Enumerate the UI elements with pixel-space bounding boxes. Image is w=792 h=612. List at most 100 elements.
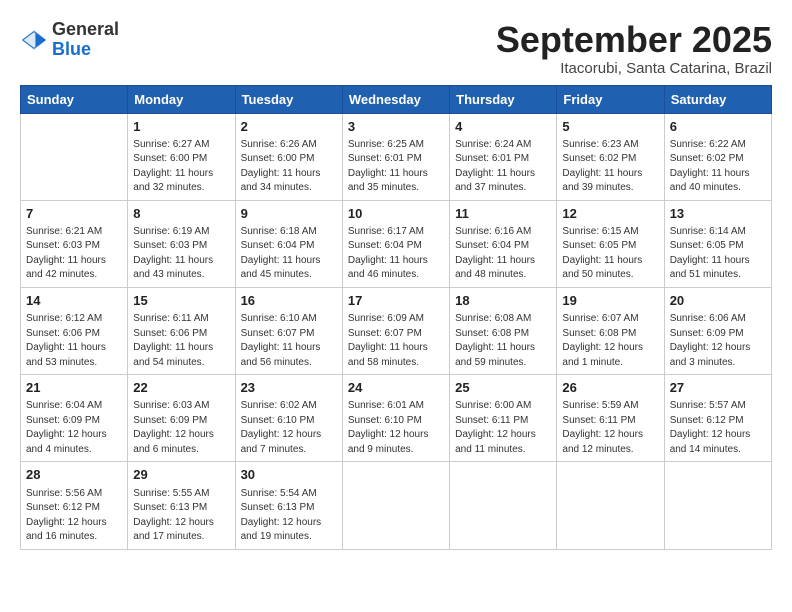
day-info: Sunrise: 6:08 AM Sunset: 6:08 PM Dayligh… [455, 312, 551, 370]
day-info: Sunrise: 6:14 AM Sunset: 6:05 PM Dayligh… [670, 225, 766, 283]
logo: General Blue [20, 20, 119, 60]
month-title: September 2025 [496, 20, 772, 60]
day-number: 11 [455, 205, 551, 223]
day-header-wednesday: Wednesday [342, 85, 449, 113]
day-info: Sunrise: 6:16 AM Sunset: 6:04 PM Dayligh… [455, 225, 551, 283]
calendar-cell: 14 Sunrise: 6:12 AM Sunset: 6:06 PM Dayli… [21, 287, 128, 374]
calendar-cell: 23Sunrise: 6:02 AM Sunset: 6:10 PM Dayli… [235, 375, 342, 462]
calendar-cell: 15 Sunrise: 6:11 AM Sunset: 6:06 PM Dayli… [128, 287, 235, 374]
day-info: Sunrise: 5:54 AM Sunset: 6:13 PM Dayligh… [241, 487, 337, 545]
day-number: 22 [133, 379, 229, 397]
day-info: Sunrise: 6:03 AM Sunset: 6:09 PM Dayligh… [133, 399, 229, 457]
day-info: Sunrise: 6:24 AM Sunset: 6:01 PM Dayligh… [455, 138, 551, 196]
day-info: Sunrise: 6:09 AM Sunset: 6:07 PM Dayligh… [348, 312, 444, 370]
day-number: 1 [133, 118, 229, 136]
calendar-cell: 13 Sunrise: 6:14 AM Sunset: 6:05 PM Dayli… [664, 200, 771, 287]
day-number: 16 [241, 292, 337, 310]
calendar-cell: 17 Sunrise: 6:09 AM Sunset: 6:07 PM Dayli… [342, 287, 449, 374]
logo-icon [20, 26, 48, 54]
logo-general: General [52, 20, 119, 40]
calendar-cell: 19Sunrise: 6:07 AM Sunset: 6:08 PM Dayli… [557, 287, 664, 374]
day-info: Sunrise: 6:17 AM Sunset: 6:04 PM Dayligh… [348, 225, 444, 283]
day-info: Sunrise: 6:11 AM Sunset: 6:06 PM Dayligh… [133, 312, 229, 370]
day-info: Sunrise: 5:55 AM Sunset: 6:13 PM Dayligh… [133, 487, 229, 545]
day-header-monday: Monday [128, 85, 235, 113]
calendar-cell: 6 Sunrise: 6:22 AM Sunset: 6:02 PM Daylig… [664, 113, 771, 200]
day-number: 14 [26, 292, 122, 310]
calendar-cell: 27 Sunrise: 5:57 AM Sunset: 6:12 PM Dayli… [664, 375, 771, 462]
day-header-saturday: Saturday [664, 85, 771, 113]
calendar-cell: 16 Sunrise: 6:10 AM Sunset: 6:07 PM Dayli… [235, 287, 342, 374]
day-info: Sunrise: 6:25 AM Sunset: 6:01 PM Dayligh… [348, 138, 444, 196]
day-number: 20 [670, 292, 766, 310]
calendar-cell: 18Sunrise: 6:08 AM Sunset: 6:08 PM Dayli… [450, 287, 557, 374]
day-info: Sunrise: 5:57 AM Sunset: 6:12 PM Dayligh… [670, 399, 766, 457]
day-number: 24 [348, 379, 444, 397]
day-header-sunday: Sunday [21, 85, 128, 113]
day-info: Sunrise: 6:15 AM Sunset: 6:05 PM Dayligh… [562, 225, 658, 283]
day-number: 9 [241, 205, 337, 223]
day-number: 8 [133, 205, 229, 223]
calendar-cell: 4 Sunrise: 6:24 AM Sunset: 6:01 PM Daylig… [450, 113, 557, 200]
day-number: 19 [562, 292, 658, 310]
day-number: 4 [455, 118, 551, 136]
day-info: Sunrise: 6:19 AM Sunset: 6:03 PM Dayligh… [133, 225, 229, 283]
day-info: Sunrise: 6:01 AM Sunset: 6:10 PM Dayligh… [348, 399, 444, 457]
calendar-cell: 20 Sunrise: 6:06 AM Sunset: 6:09 PM Dayli… [664, 287, 771, 374]
calendar-week-3: 14 Sunrise: 6:12 AM Sunset: 6:06 PM Dayli… [21, 287, 772, 374]
calendar-cell [664, 462, 771, 549]
calendar-cell: 21Sunrise: 6:04 AM Sunset: 6:09 PM Dayli… [21, 375, 128, 462]
day-info: Sunrise: 6:21 AM Sunset: 6:03 PM Dayligh… [26, 225, 122, 283]
day-info: Sunrise: 6:02 AM Sunset: 6:10 PM Dayligh… [241, 399, 337, 457]
day-number: 15 [133, 292, 229, 310]
calendar-cell [342, 462, 449, 549]
day-info: Sunrise: 6:27 AM Sunset: 6:00 PM Dayligh… [133, 138, 229, 196]
calendar-cell: 25Sunrise: 6:00 AM Sunset: 6:11 PM Dayli… [450, 375, 557, 462]
day-number: 30 [241, 466, 337, 484]
calendar-header-row: SundayMondayTuesdayWednesdayThursdayFrid… [21, 85, 772, 113]
calendar-cell: 11 Sunrise: 6:16 AM Sunset: 6:04 PM Dayli… [450, 200, 557, 287]
calendar-cell: 22 Sunrise: 6:03 AM Sunset: 6:09 PM Dayli… [128, 375, 235, 462]
calendar-cell [450, 462, 557, 549]
day-number: 7 [26, 205, 122, 223]
calendar-cell: 10Sunrise: 6:17 AM Sunset: 6:04 PM Dayli… [342, 200, 449, 287]
day-number: 29 [133, 466, 229, 484]
location-subtitle: Itacorubi, Santa Catarina, Brazil [496, 60, 772, 77]
calendar-cell: 12 Sunrise: 6:15 AM Sunset: 6:05 PM Dayli… [557, 200, 664, 287]
day-number: 27 [670, 379, 766, 397]
calendar-cell: 24 Sunrise: 6:01 AM Sunset: 6:10 PM Dayli… [342, 375, 449, 462]
day-number: 28 [26, 466, 122, 484]
day-info: Sunrise: 6:22 AM Sunset: 6:02 PM Dayligh… [670, 138, 766, 196]
calendar-week-5: 28Sunrise: 5:56 AM Sunset: 6:12 PM Dayli… [21, 462, 772, 549]
day-number: 25 [455, 379, 551, 397]
day-info: Sunrise: 5:59 AM Sunset: 6:11 PM Dayligh… [562, 399, 658, 457]
calendar-week-4: 21Sunrise: 6:04 AM Sunset: 6:09 PM Dayli… [21, 375, 772, 462]
page-header: General Blue September 2025 Itacorubi, S… [20, 20, 772, 77]
day-number: 21 [26, 379, 122, 397]
day-info: Sunrise: 6:12 AM Sunset: 6:06 PM Dayligh… [26, 312, 122, 370]
day-info: Sunrise: 6:18 AM Sunset: 6:04 PM Dayligh… [241, 225, 337, 283]
day-number: 6 [670, 118, 766, 136]
day-number: 17 [348, 292, 444, 310]
day-info: Sunrise: 6:26 AM Sunset: 6:00 PM Dayligh… [241, 138, 337, 196]
day-number: 26 [562, 379, 658, 397]
calendar-week-1: 1 Sunrise: 6:27 AM Sunset: 6:00 PM Daylig… [21, 113, 772, 200]
day-info: Sunrise: 6:23 AM Sunset: 6:02 PM Dayligh… [562, 138, 658, 196]
calendar-cell: 2Sunrise: 6:26 AM Sunset: 6:00 PM Daylig… [235, 113, 342, 200]
day-info: Sunrise: 6:06 AM Sunset: 6:09 PM Dayligh… [670, 312, 766, 370]
calendar-cell: 29 Sunrise: 5:55 AM Sunset: 6:13 PM Dayli… [128, 462, 235, 549]
calendar-cell: 3Sunrise: 6:25 AM Sunset: 6:01 PM Daylig… [342, 113, 449, 200]
day-number: 13 [670, 205, 766, 223]
calendar-cell: 8 Sunrise: 6:19 AM Sunset: 6:03 PM Daylig… [128, 200, 235, 287]
day-number: 5 [562, 118, 658, 136]
calendar-cell: 1 Sunrise: 6:27 AM Sunset: 6:00 PM Daylig… [128, 113, 235, 200]
logo-text: General Blue [52, 20, 119, 60]
day-number: 12 [562, 205, 658, 223]
calendar-cell: 26 Sunrise: 5:59 AM Sunset: 6:11 PM Dayli… [557, 375, 664, 462]
day-header-thursday: Thursday [450, 85, 557, 113]
calendar-cell: 9 Sunrise: 6:18 AM Sunset: 6:04 PM Daylig… [235, 200, 342, 287]
day-header-tuesday: Tuesday [235, 85, 342, 113]
day-info: Sunrise: 6:10 AM Sunset: 6:07 PM Dayligh… [241, 312, 337, 370]
calendar-cell: 7 Sunrise: 6:21 AM Sunset: 6:03 PM Daylig… [21, 200, 128, 287]
calendar-cell: 28Sunrise: 5:56 AM Sunset: 6:12 PM Dayli… [21, 462, 128, 549]
